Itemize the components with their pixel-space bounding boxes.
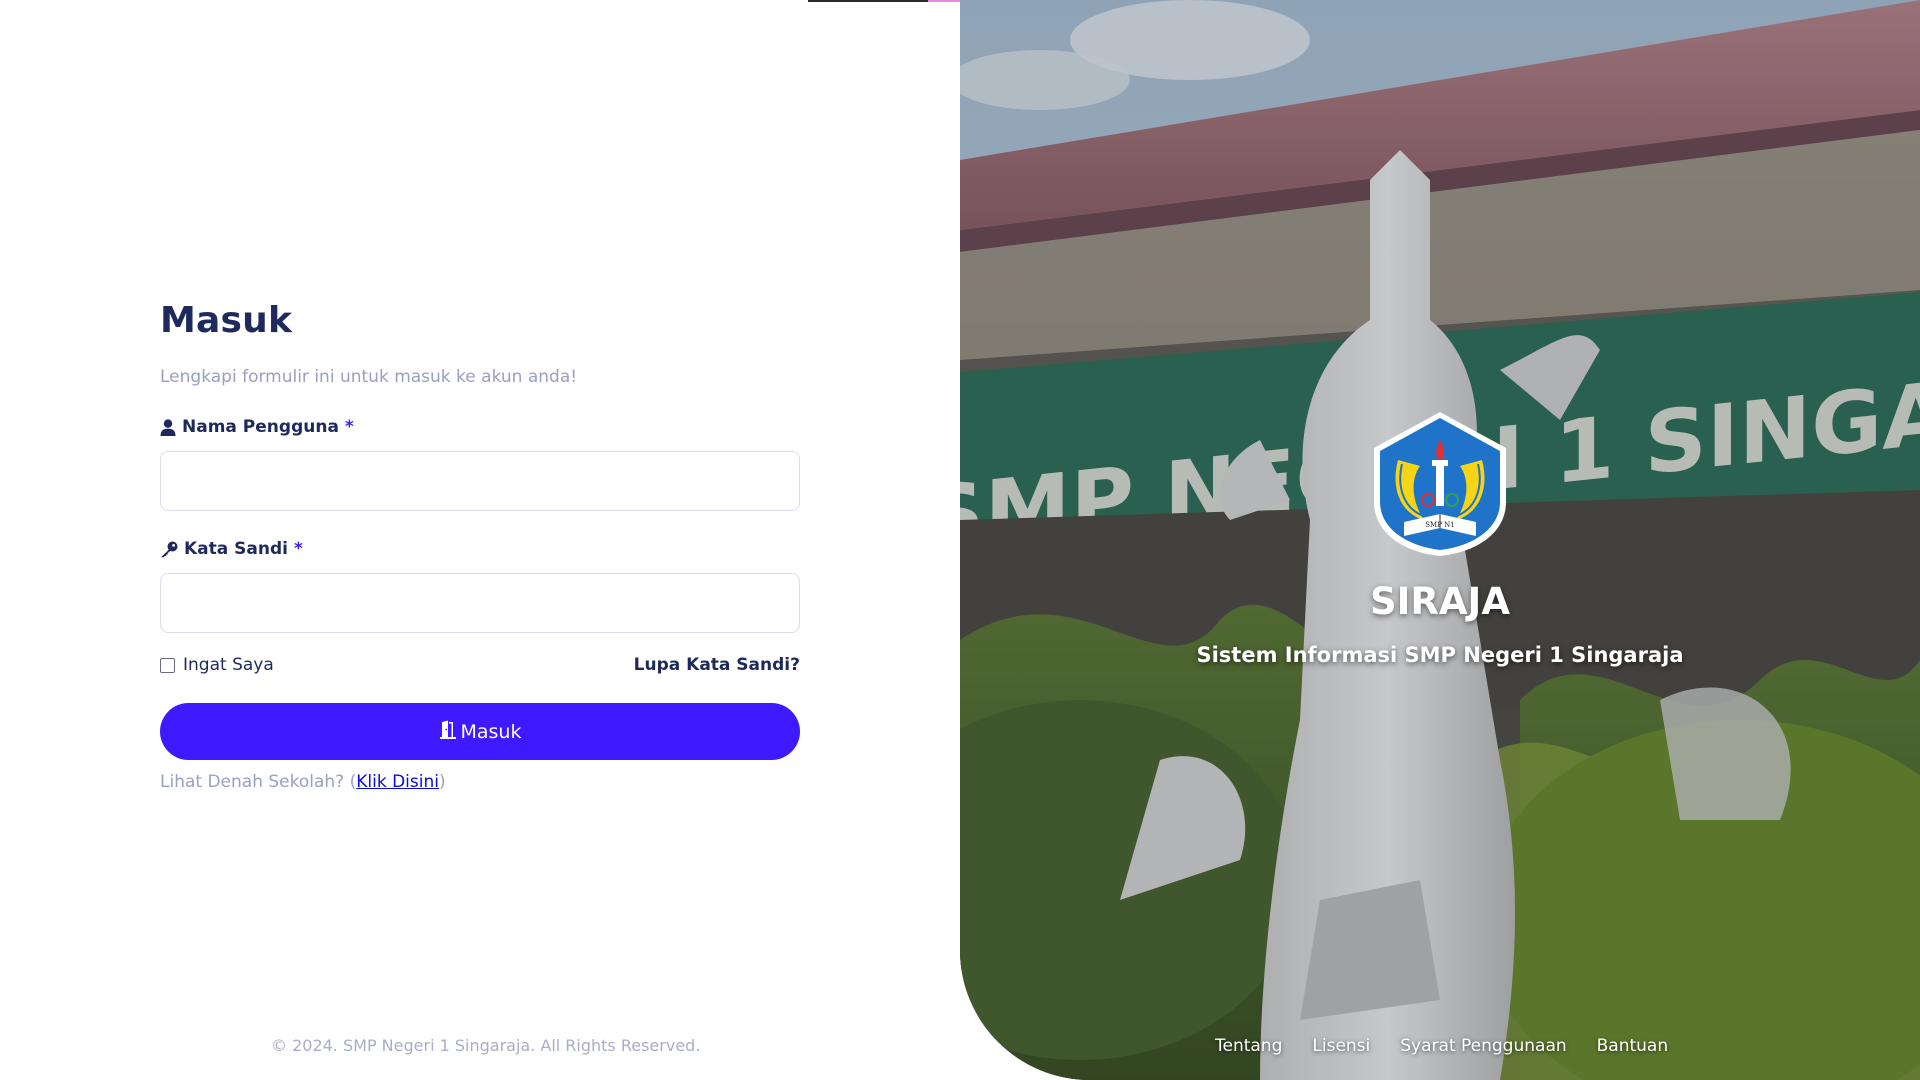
hero-panel: SMP NEGERI 1 SINGARAJA: [960, 0, 1920, 1080]
footer-link-about[interactable]: Tentang: [1215, 1036, 1282, 1056]
password-input[interactable]: [160, 573, 800, 633]
required-mark: *: [344, 417, 354, 437]
username-label: Nama Pengguna *: [160, 417, 800, 437]
footer-link-help[interactable]: Bantuan: [1597, 1036, 1669, 1056]
footer-link-license[interactable]: Lisensi: [1312, 1036, 1370, 1056]
username-input[interactable]: [160, 451, 800, 511]
brand-tagline: Sistem Informasi SMP Negeri 1 Singaraja: [1196, 643, 1684, 667]
login-form: Masuk Lengkapi formulir ini untuk masuk …: [160, 300, 800, 792]
footer-link-terms[interactable]: Syarat Penggunaan: [1400, 1036, 1566, 1056]
brand-name: SIRAJA: [1370, 580, 1510, 623]
key-icon: [160, 541, 178, 558]
form-subtitle: Lengkapi formulir ini untuk masuk ke aku…: [160, 367, 578, 387]
forgot-password-link[interactable]: Lupa Kata Sandi?: [634, 655, 800, 675]
user-icon: [160, 418, 176, 436]
login-button-label: Masuk: [460, 720, 522, 743]
hero-branding: SMP N1 SIRAJA Sistem Informasi SMP Neger…: [960, 410, 1920, 667]
copyright-text: © 2024. SMP Negeri 1 Singaraja. All Righ…: [271, 1036, 701, 1055]
map-suffix: ): [438, 772, 446, 792]
door-icon: [439, 720, 457, 744]
footer-links: Tentang Lisensi Syarat Penggunaan Bantua…: [1215, 1036, 1668, 1056]
login-button[interactable]: Masuk: [160, 703, 800, 760]
map-prefix: Lihat Denah Sekolah? (: [160, 772, 357, 792]
password-label: Kata Sandi *: [160, 539, 800, 559]
emblem-text: SMP N1: [1425, 521, 1454, 529]
remember-me[interactable]: Ingat Saya: [160, 655, 274, 675]
remember-label: Ingat Saya: [183, 655, 274, 675]
password-label-text: Kata Sandi: [184, 539, 288, 559]
page-title: Masuk: [160, 300, 293, 341]
school-map-link[interactable]: Klik Disini: [356, 772, 439, 792]
required-mark: *: [293, 539, 303, 559]
login-page: Masuk Lengkapi formulir ini untuk masuk …: [0, 0, 1920, 1080]
options-row: Ingat Saya Lupa Kata Sandi?: [160, 655, 800, 675]
username-label-text: Nama Pengguna: [182, 417, 339, 437]
school-map-line: Lihat Denah Sekolah? (Klik Disini): [160, 772, 800, 792]
school-emblem-icon: SMP N1: [1374, 412, 1506, 556]
remember-checkbox[interactable]: [160, 657, 175, 673]
